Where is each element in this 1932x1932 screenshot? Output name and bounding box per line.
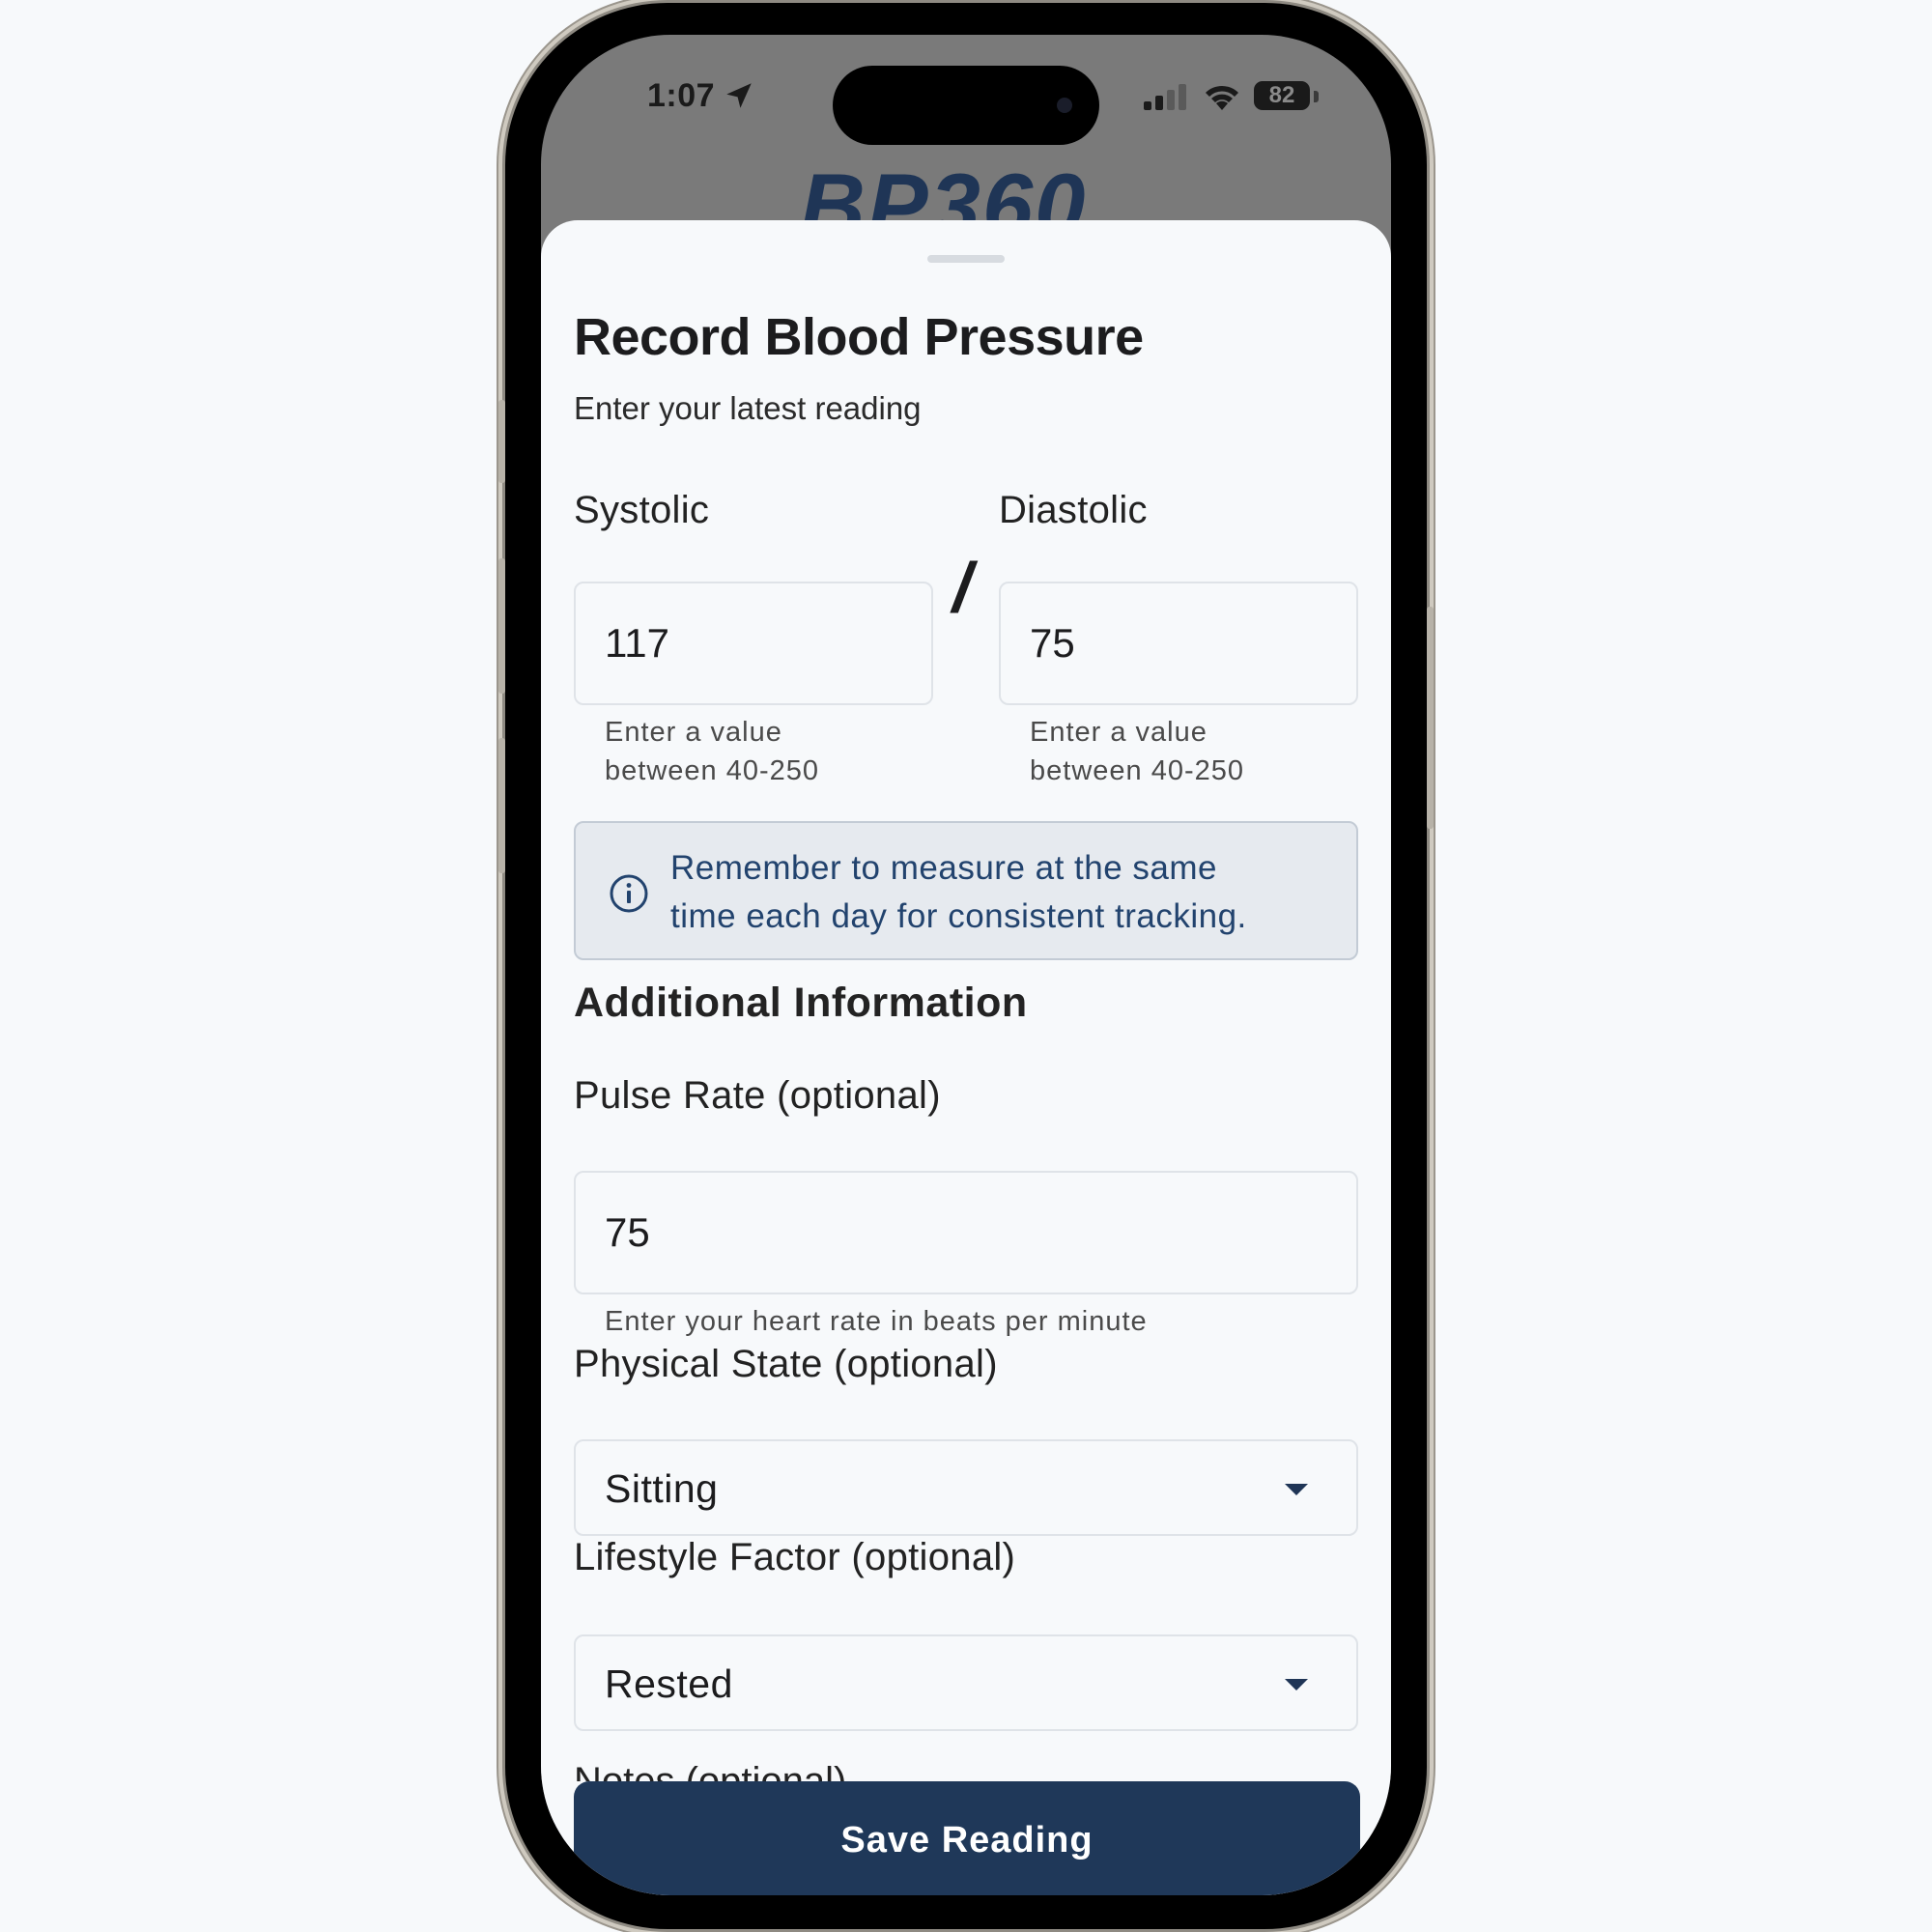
phone-screen: 1:07 82 BP360 Record Blood Pressure Ente… <box>541 35 1391 1895</box>
notes-label: Notes (optional) <box>574 1760 847 1781</box>
camera-dot <box>1057 98 1072 113</box>
diastolic-input[interactable]: 75 <box>999 582 1358 705</box>
location-arrow-icon <box>726 83 752 108</box>
dynamic-island <box>833 66 1099 145</box>
systolic-input[interactable]: 117 <box>574 582 933 705</box>
action-button <box>498 400 505 483</box>
diastolic-helper: Enter a value between 40-250 <box>1030 713 1244 790</box>
measurement-tip: Remember to measure at the same time eac… <box>574 821 1358 960</box>
battery-cap <box>1314 91 1319 102</box>
bp-separator: / <box>952 550 973 627</box>
diastolic-helper-line1: Enter a value <box>1030 717 1208 748</box>
additional-info-heading: Additional Information <box>574 980 1028 1026</box>
chevron-down-icon <box>1285 1484 1308 1495</box>
pulse-input[interactable]: 75 <box>574 1171 1358 1294</box>
record-reading-sheet: Record Blood Pressure Enter your latest … <box>541 220 1391 1895</box>
info-icon <box>610 874 648 913</box>
systolic-helper-line2: between 40-250 <box>605 755 819 786</box>
wifi-icon <box>1206 85 1238 110</box>
chevron-down-icon <box>1285 1679 1308 1690</box>
diastolic-label: Diastolic <box>999 489 1148 531</box>
tip-line1: Remember to measure at the same <box>670 849 1218 887</box>
power-button <box>1427 607 1434 829</box>
pulse-helper: Enter your heart rate in beats per minut… <box>605 1306 1148 1337</box>
systolic-helper: Enter a value between 40-250 <box>605 713 819 790</box>
cellular-signal-icon <box>1144 84 1186 110</box>
diastolic-helper-line2: between 40-250 <box>1030 755 1244 786</box>
lifestyle-factor-select[interactable]: Rested <box>574 1634 1358 1731</box>
volume-up-button <box>498 558 505 694</box>
page-title: Record Blood Pressure <box>574 308 1144 366</box>
status-time: 1:07 <box>647 77 716 114</box>
physical-state-label: Physical State (optional) <box>574 1343 998 1385</box>
page-subtitle: Enter your latest reading <box>574 390 922 426</box>
tip-text: Remember to measure at the same time eac… <box>670 844 1347 941</box>
systolic-label: Systolic <box>574 489 710 531</box>
tip-line2: time each day for consistent tracking. <box>670 897 1247 935</box>
volume-down-button <box>498 738 505 873</box>
sheet-grabber[interactable] <box>927 255 1005 263</box>
physical-state-value: Sitting <box>605 1466 719 1511</box>
pulse-label: Pulse Rate (optional) <box>574 1074 941 1117</box>
lifestyle-factor-label: Lifestyle Factor (optional) <box>574 1536 1016 1578</box>
save-reading-button[interactable]: Save Reading <box>574 1781 1360 1895</box>
battery-icon: 82 <box>1254 81 1310 110</box>
physical-state-select[interactable]: Sitting <box>574 1439 1358 1536</box>
lifestyle-factor-value: Rested <box>605 1662 733 1706</box>
systolic-helper-line1: Enter a value <box>605 717 782 748</box>
